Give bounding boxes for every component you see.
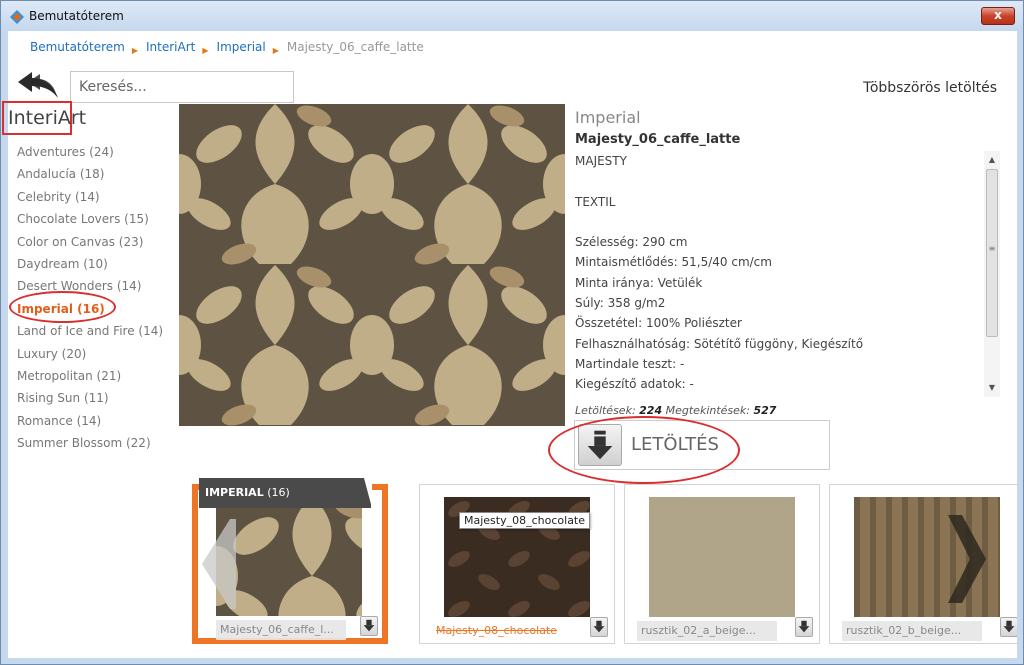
collection-item[interactable]: Daydream (10) [17, 253, 163, 275]
collection-item[interactable]: Luxury (20) [17, 343, 163, 365]
spec-line: Szélesség: 290 cm [575, 235, 688, 250]
next-chevron-icon[interactable] [946, 515, 986, 603]
collection-item[interactable]: Metropolitan (21) [17, 365, 163, 387]
brand-title: InteriArt [2, 101, 86, 135]
scroll-up-icon[interactable]: ▲ [984, 153, 1000, 167]
detail-collection-name: Imperial [575, 108, 641, 127]
client-area: Bemutatóterem ▶ InteriArt ▶ Imperial ▶ Majesty… [2, 31, 1017, 658]
badge-count: (16) [267, 486, 290, 499]
spec-line [575, 171, 1003, 191]
window-title: Bemutatóterem [29, 9, 124, 23]
breadcrumb-item-showroom[interactable]: Bemutatóterem [30, 40, 125, 54]
spec-list: MAJESTY TEXTIL Szélesség: 290 cm Mintais… [575, 151, 1003, 399]
spec-line: TEXTIL [575, 194, 616, 209]
spec-line: Felhasználhatóság: Sötétítő függöny, Kie… [575, 336, 864, 351]
collection-item[interactable]: Desert Wonders (14) [17, 275, 163, 297]
collection-item[interactable]: Andalucía (18) [17, 163, 163, 185]
thumbnail-label: Majesty_08_chocolate [436, 624, 558, 637]
thumbnail-label: rusztik_02_a_beige... [637, 621, 777, 641]
download-arrow-icon [578, 424, 622, 466]
download-arrow-icon[interactable] [795, 617, 813, 637]
downloads-count: 224 [639, 404, 663, 417]
thumbnail-label: rusztik_02_b_beige... [842, 621, 982, 641]
spec-line: Súly: 358 g/m2 [575, 296, 666, 311]
breadcrumb-item-imperial[interactable]: Imperial [217, 40, 266, 54]
badge-name: IMPERIAL [205, 486, 264, 499]
spec-scrollbar[interactable]: ▲ ≡ ▼ [984, 151, 1000, 397]
breadcrumb-separator-icon: ▶ [202, 46, 209, 55]
grip-icon: ≡ [988, 244, 996, 253]
spec-line: Mintaismétlődés: 51,5/40 cm/cm [575, 255, 772, 270]
download-button[interactable]: LETÖLTÉS [574, 420, 830, 470]
breadcrumb-separator-icon: ▶ [272, 46, 279, 55]
detail-product-name: Majesty_06_caffe_latte [575, 132, 741, 147]
breadcrumb-item-interiart[interactable]: InteriArt [146, 40, 195, 54]
download-arrow-icon[interactable] [1000, 617, 1017, 637]
breadcrumb-separator-icon: ▶ [131, 46, 139, 55]
collection-item[interactable]: Celebrity (14) [17, 186, 163, 208]
collection-item[interactable]: Romance (14) [17, 410, 163, 432]
download-stats: Letöltések: 224 Megtekintések: 527 [575, 404, 776, 417]
thumbnail-label: Majesty_06_caffe_l... [216, 620, 346, 640]
app-window: Bemutatóterem x Bemutatóterem ▶ InteriArt ▶… [0, 0, 1024, 665]
prev-chevron-icon[interactable] [200, 519, 236, 609]
collection-item[interactable]: Chocolate Lovers (15) [17, 208, 163, 230]
views-label: Megtekintések: [665, 404, 750, 417]
collection-badge: IMPERIAL (16) [199, 478, 372, 508]
thumbnail-image [649, 497, 795, 617]
collection-item[interactable]: Land of Ice and Fire (14) [17, 320, 163, 342]
breadcrumb: Bemutatóterem ▶ InteriArt ▶ Imperial ▶ Majesty… [30, 40, 424, 55]
main-fabric-image[interactable] [179, 104, 565, 426]
collection-item-active[interactable]: Imperial (16) [17, 298, 163, 320]
collection-item[interactable]: Rising Sun (11) [17, 387, 163, 409]
back-arrows-icon[interactable] [14, 70, 62, 102]
title-bar: Bemutatóterem x [1, 1, 1023, 31]
thumbnail-tooltip: Majesty_08_chocolate [459, 512, 591, 529]
views-count: 527 [753, 404, 777, 417]
thumbnail-card[interactable]: rusztik_02_a_beige... [624, 484, 820, 644]
collection-item[interactable]: Summer Blossom (22) [17, 432, 163, 454]
close-button[interactable]: x [981, 7, 1015, 25]
scroll-thumb[interactable]: ≡ [986, 169, 998, 337]
downloads-label: Letöltések: [575, 404, 636, 417]
thumbnail-card[interactable]: rusztik_02_b_beige... [829, 484, 1017, 644]
download-label: LETÖLTÉS [631, 434, 719, 455]
collection-item[interactable]: Adventures (24) [17, 141, 163, 163]
spec-line: MAJESTY [575, 154, 627, 168]
download-arrow-icon[interactable] [360, 616, 378, 636]
search-input[interactable] [70, 71, 294, 103]
collection-item[interactable]: Color on Canvas (23) [17, 231, 163, 253]
collection-list: Adventures (24) Andalucía (18) Celebrity… [17, 141, 163, 454]
spec-line: Minta iránya: Vetülék [575, 275, 703, 290]
spec-line: Kiegészítő adatok: - [575, 377, 694, 392]
thumbnail-card[interactable]: Majesty_08_chocolate [419, 484, 615, 644]
multi-download-link[interactable]: Többszörös letöltés [863, 80, 997, 96]
thumbnail-image [216, 496, 362, 616]
spec-line: Martindale teszt: - [575, 356, 685, 371]
spec-line [575, 212, 1003, 232]
download-arrow-icon[interactable] [590, 617, 608, 637]
spec-line: Összetétel: 100% Poliészter [575, 316, 742, 331]
scroll-down-icon[interactable]: ▼ [984, 381, 1000, 395]
app-icon [10, 10, 24, 24]
breadcrumb-item-current: Majesty_06_caffe_latte [286, 40, 424, 54]
